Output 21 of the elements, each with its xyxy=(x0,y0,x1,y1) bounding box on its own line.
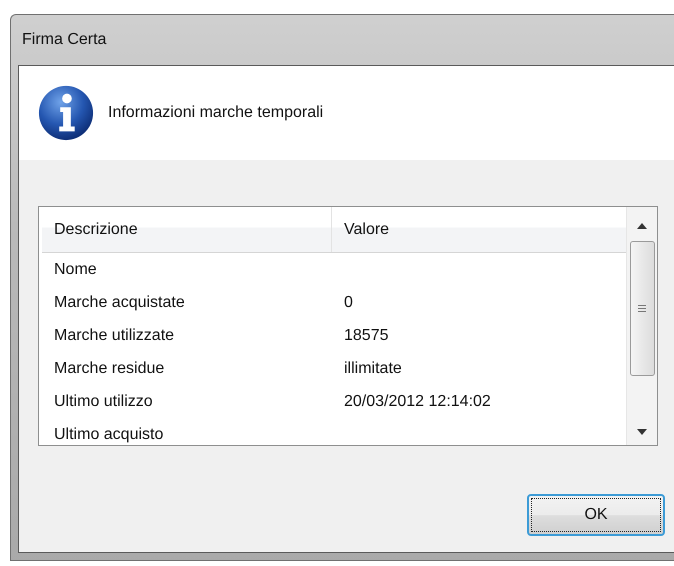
table-cell: 20/03/2012 12:14:02 xyxy=(344,392,491,410)
scroll-up-icon[interactable] xyxy=(637,223,647,229)
table-cell: Ultimo utilizzo xyxy=(54,392,153,410)
table-cell: Marche residue xyxy=(54,360,164,378)
vertical-scrollbar[interactable] xyxy=(626,207,657,445)
scroll-down-icon[interactable] xyxy=(637,429,647,435)
table-cell: 18575 xyxy=(344,326,388,344)
column-header[interactable]: Valore xyxy=(332,207,626,252)
grip-icon xyxy=(638,305,646,312)
ok-button[interactable]: OK xyxy=(527,494,665,536)
table-cell: Nome xyxy=(54,260,97,278)
header-text: Informazioni marche temporali xyxy=(108,104,324,122)
table-cell: illimitate xyxy=(344,360,402,378)
table-cell: Ultimo acquisto xyxy=(54,426,164,444)
table-cell: Marche acquistate xyxy=(54,294,185,312)
window-title: Firma Certa xyxy=(22,31,106,49)
info-icon xyxy=(37,84,95,142)
column-header[interactable]: Descrizione xyxy=(42,207,332,252)
table-cell: Marche utilizzate xyxy=(54,326,174,344)
scrollbar-thumb[interactable] xyxy=(630,241,654,376)
table-cell: 0 xyxy=(344,294,353,312)
